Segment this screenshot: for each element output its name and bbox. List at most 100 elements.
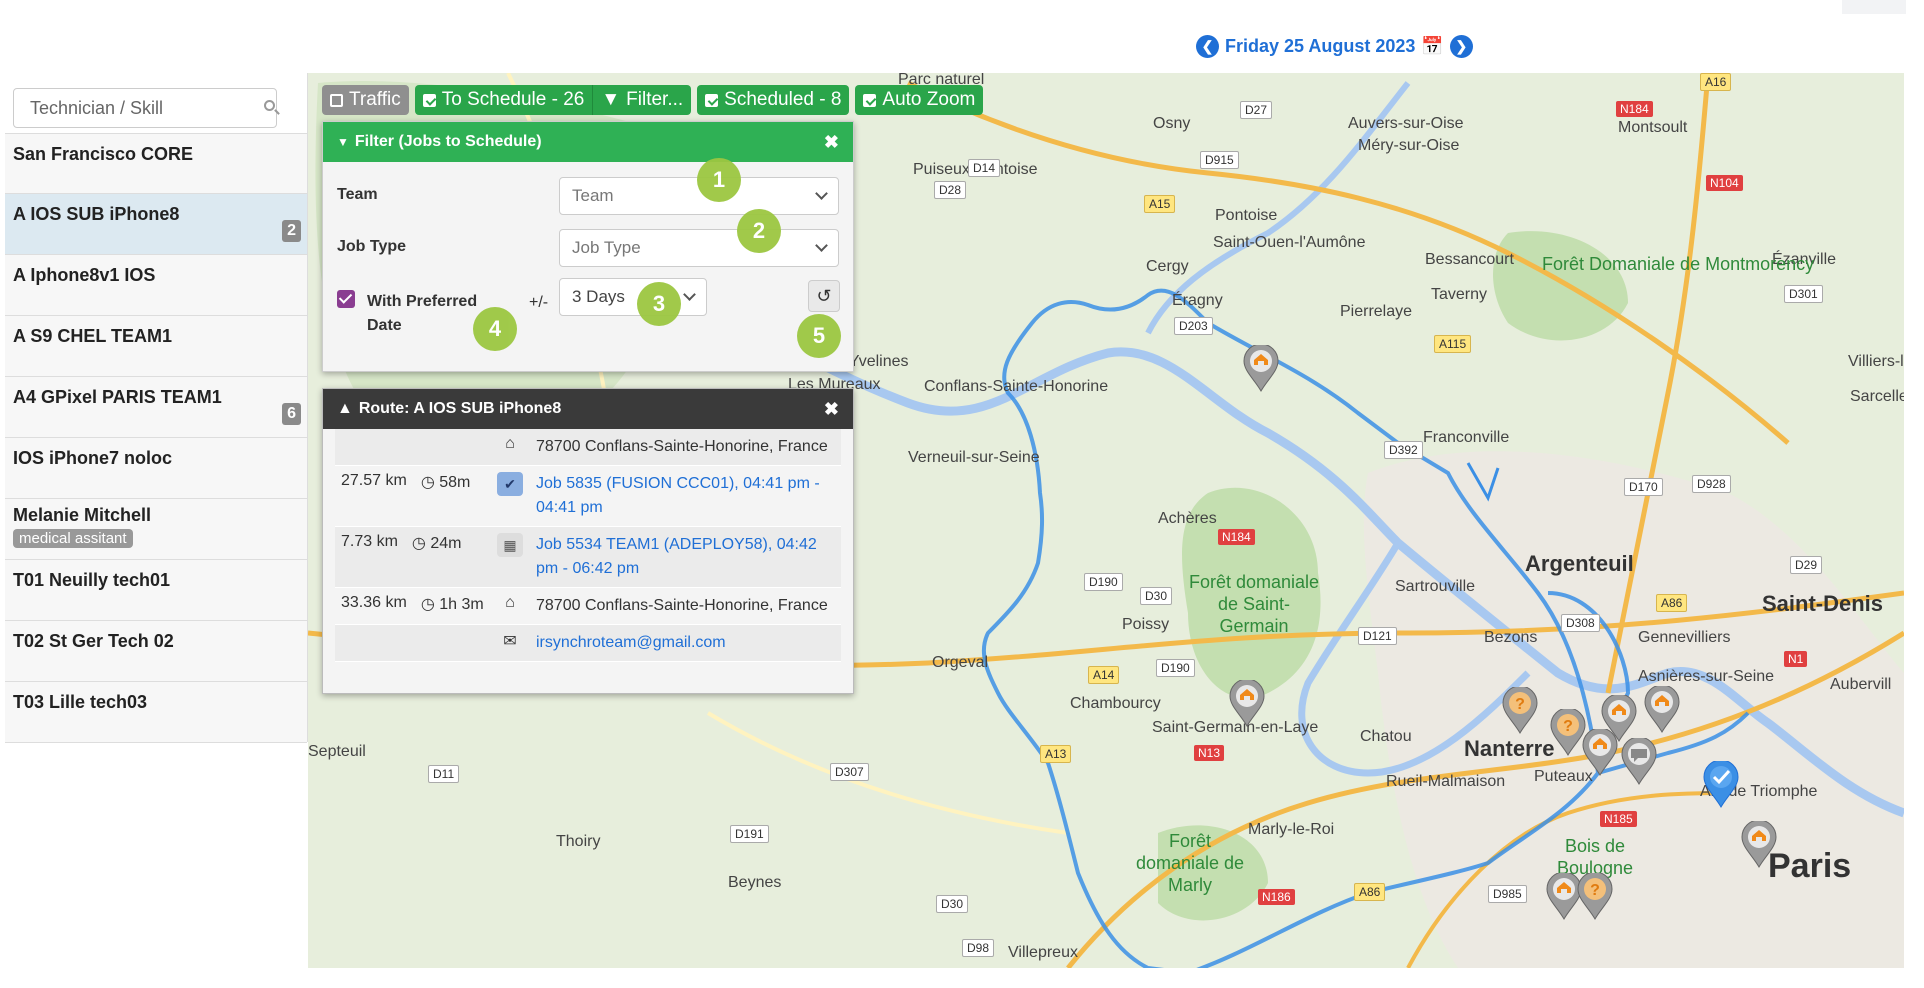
calendar-icon: ▦ bbox=[490, 527, 530, 587]
road-label: D190 bbox=[1084, 573, 1123, 591]
traffic-toggle[interactable]: Traffic bbox=[322, 85, 409, 115]
technician-name: T01 Neuilly tech01 bbox=[13, 570, 171, 590]
skill-tag: medical assitant bbox=[13, 529, 133, 548]
technician-item[interactable]: Melanie Mitchell medical assitant bbox=[5, 499, 307, 560]
map-place-label: Thoiry bbox=[556, 833, 601, 850]
technician-item[interactable]: T03 Lille tech03 bbox=[5, 682, 307, 743]
road-label: D915 bbox=[1200, 151, 1239, 169]
job-type-label-text: Job Type bbox=[337, 238, 407, 255]
route-distance: 27.57 km bbox=[341, 472, 407, 489]
technician-item[interactable]: A IOS SUB iPhone8 2 bbox=[5, 194, 307, 255]
days-select[interactable]: 3 Days bbox=[559, 278, 707, 316]
job-type-select[interactable]: Job Type bbox=[559, 229, 839, 267]
map-place-label: Saint-Ouen-l'Aumône bbox=[1213, 234, 1366, 251]
road-label: A15 bbox=[1144, 195, 1176, 213]
technician-item[interactable]: A Iphone8v1 IOS bbox=[5, 255, 307, 316]
checkbox-icon bbox=[863, 93, 877, 107]
map-park-label: Forêt domaniale de Marly bbox=[1135, 831, 1245, 895]
road-label: A115 bbox=[1434, 335, 1472, 353]
question-pin-icon[interactable]: ? bbox=[1501, 687, 1539, 735]
date-navigator: ❮ Friday 25 August 2023 📅 ❯ bbox=[1196, 32, 1473, 60]
road-label: D170 bbox=[1624, 478, 1663, 496]
map-place-label: Villiers-l bbox=[1848, 353, 1904, 370]
route-duration: ◷ 24m bbox=[411, 535, 462, 552]
technician-name: IOS iPhone7 noloc bbox=[13, 448, 173, 468]
home-pin-icon[interactable] bbox=[1740, 821, 1778, 869]
plus-minus-label: +/- bbox=[529, 294, 549, 311]
close-icon[interactable]: ✖ bbox=[824, 399, 839, 420]
close-icon[interactable]: ✖ bbox=[824, 132, 839, 153]
road-label: N186 bbox=[1258, 889, 1295, 905]
technician-name: T02 St Ger Tech 02 bbox=[13, 631, 174, 651]
route-panel: ▲ Route: A IOS SUB iPhone8 ✖ ⌂ 78700 Con… bbox=[322, 388, 854, 694]
map-place-label: Saint-Denis bbox=[1762, 591, 1884, 616]
technician-search bbox=[13, 88, 280, 128]
road-label: D28 bbox=[934, 181, 967, 199]
map-place-label: Argenteuil bbox=[1525, 551, 1634, 576]
route-table: ⌂ 78700 Conflans-Sainte-Honorine, France… bbox=[335, 429, 841, 662]
route-address: 78700 Conflans-Sainte-Honorine, France bbox=[536, 438, 828, 455]
map-view[interactable]: Osny Auvers-sur-Oise Méry-sur-Oise Monts… bbox=[308, 73, 1904, 968]
technician-item[interactable]: T01 Neuilly tech01 bbox=[5, 560, 307, 621]
filter-icon: ▼ bbox=[337, 135, 349, 149]
svg-text:?: ? bbox=[1515, 696, 1525, 713]
email-link[interactable]: irsynchroteam@gmail.com bbox=[530, 625, 841, 661]
job-link[interactable]: Job 5534 TEAM1 (ADEPLOY58), 04:42 pm - 0… bbox=[530, 527, 841, 587]
calendar-icon[interactable]: 📅 bbox=[1421, 36, 1443, 57]
home-pin-icon[interactable] bbox=[1643, 686, 1681, 734]
team-label: Team bbox=[337, 186, 378, 204]
auto-zoom-toggle[interactable]: Auto Zoom bbox=[855, 85, 984, 115]
map-place-label: Chatou bbox=[1360, 728, 1412, 745]
road-icon: ▲ bbox=[337, 400, 353, 417]
route-distance: 33.36 km bbox=[341, 594, 407, 611]
checkbox-icon bbox=[705, 93, 719, 107]
map-place-label: Villepreux bbox=[1008, 944, 1078, 961]
reset-icon[interactable]: ↺ bbox=[808, 280, 840, 312]
comment-pin-icon[interactable] bbox=[1620, 738, 1658, 786]
home-pin-icon[interactable] bbox=[1228, 680, 1266, 728]
job-count-badge: 6 bbox=[282, 403, 301, 425]
technician-search-input[interactable] bbox=[28, 96, 264, 120]
map-place-label: Bessancourt bbox=[1425, 251, 1514, 268]
filter-button[interactable]: ▼ Filter... bbox=[592, 85, 692, 115]
scheduled-toggle[interactable]: Scheduled - 8 bbox=[697, 85, 850, 115]
job-link[interactable]: Job 5835 (FUSION CCC01), 04:41 pm - 04:4… bbox=[530, 466, 841, 526]
road-label: D203 bbox=[1174, 317, 1213, 335]
filter-label: Filter... bbox=[626, 89, 684, 110]
home-pin-icon[interactable] bbox=[1242, 345, 1280, 393]
technician-item[interactable]: T02 St Ger Tech 02 bbox=[5, 621, 307, 682]
prev-day-icon[interactable]: ❮ bbox=[1196, 34, 1219, 58]
question-pin-icon[interactable]: ? bbox=[1576, 873, 1614, 921]
next-day-icon[interactable]: ❯ bbox=[1449, 34, 1473, 58]
callout-marker: 1 bbox=[697, 158, 741, 202]
chevron-down-icon bbox=[815, 239, 828, 252]
map-place-label: Franconville bbox=[1423, 429, 1510, 446]
route-row: ⌂ 78700 Conflans-Sainte-Honorine, France bbox=[335, 429, 841, 466]
callout-marker: 2 bbox=[737, 209, 781, 253]
callout-marker: 5 bbox=[797, 314, 841, 358]
technician-name: Melanie Mitchell bbox=[13, 505, 152, 525]
envelope-icon: ✉ bbox=[503, 633, 517, 650]
preferred-date-checkbox[interactable] bbox=[337, 290, 355, 308]
technician-item[interactable]: IOS iPhone7 noloc bbox=[5, 438, 307, 499]
to-schedule-toggle[interactable]: To Schedule - 26 bbox=[414, 85, 593, 115]
callout-marker: 4 bbox=[473, 307, 517, 351]
road-label: D27 bbox=[1240, 101, 1273, 119]
road-label: N185 bbox=[1600, 811, 1637, 827]
chevron-down-icon bbox=[683, 288, 696, 301]
home-pin-icon[interactable] bbox=[1581, 729, 1619, 777]
road-label: D190 bbox=[1156, 659, 1195, 677]
technician-name: San Francisco CORE bbox=[13, 144, 194, 164]
map-place-label: Éragny bbox=[1172, 292, 1223, 309]
technician-item[interactable]: A S9 CHEL TEAM1 bbox=[5, 316, 307, 377]
map-place-label: Pontoise bbox=[1215, 207, 1278, 224]
auto-zoom-label: Auto Zoom bbox=[882, 89, 976, 110]
check-pin-icon[interactable] bbox=[1702, 761, 1740, 809]
map-place-label: Sarcelles bbox=[1850, 388, 1904, 405]
road-label: D985 bbox=[1488, 885, 1527, 903]
map-place-label: Poissy bbox=[1122, 616, 1170, 633]
technician-item[interactable]: San Francisco CORE bbox=[5, 133, 307, 194]
road-label: D308 bbox=[1561, 614, 1600, 632]
map-place-label: Gennevilliers bbox=[1638, 629, 1731, 646]
technician-item[interactable]: A4 GPixel PARIS TEAM1 6 bbox=[5, 377, 307, 438]
